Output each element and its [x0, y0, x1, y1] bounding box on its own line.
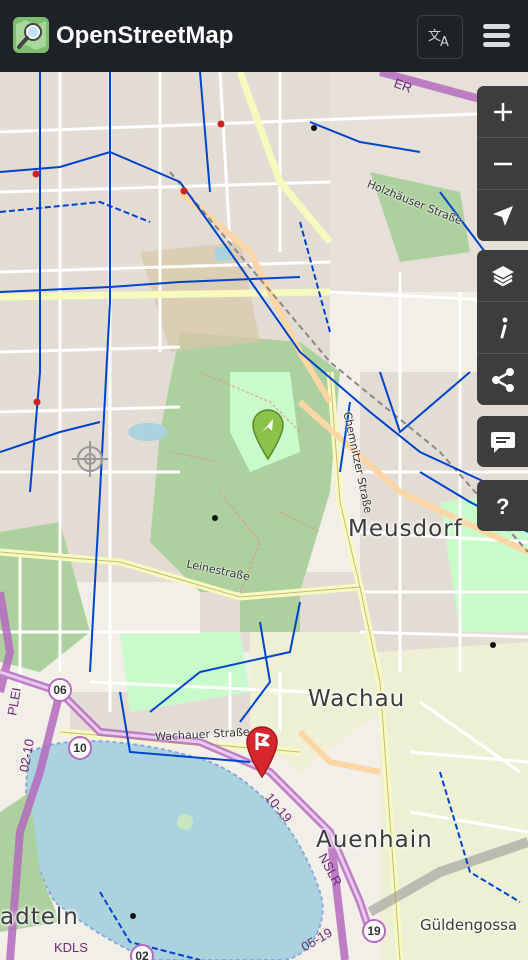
road-shield: 19: [362, 919, 386, 943]
zoom-in-icon: [493, 102, 512, 121]
zoom-out-button[interactable]: [477, 137, 528, 189]
help-controls: ?: [477, 480, 528, 531]
place-label-stoetteritz: adteln: [0, 904, 79, 930]
svg-text:?: ?: [496, 494, 509, 518]
translate-icon: 文 A: [428, 29, 449, 48]
share-button[interactable]: [477, 353, 528, 405]
place-label-meusdorf: Meusdorf: [348, 516, 463, 542]
language-button[interactable]: 文 A: [417, 15, 463, 59]
note-controls: [477, 416, 528, 467]
zoom-out-icon: [493, 162, 512, 165]
place-label-gueldengossa: Güldengossa: [420, 916, 518, 934]
zoom-controls: [477, 86, 528, 241]
locate-button[interactable]: [477, 189, 528, 241]
svg-text:A: A: [440, 35, 449, 48]
map-tools: [477, 250, 528, 405]
info-icon: [500, 317, 507, 338]
help-icon: ?: [496, 494, 509, 518]
layers-button[interactable]: [477, 250, 528, 301]
locate-icon: [492, 205, 513, 226]
road-shield: 10: [68, 736, 92, 760]
map-data-button[interactable]: [477, 301, 528, 353]
header-bar: OpenStreetMap 文 A: [0, 0, 528, 72]
comment-icon: [490, 431, 515, 453]
share-icon: [491, 367, 514, 392]
road-shield: 06: [48, 678, 72, 702]
hamburger-menu-icon[interactable]: [476, 18, 516, 54]
layers-icon: [491, 265, 514, 286]
place-label-wachau: Wachau: [308, 686, 406, 712]
road-ref-kdls: KDLS: [54, 940, 88, 955]
openstreetmap-logo-icon[interactable]: [12, 16, 50, 54]
help-button[interactable]: ?: [477, 480, 528, 531]
place-label-auenhain: Auenhain: [316, 827, 433, 853]
map-view[interactable]: Meusdorf Wachau Auenhain adteln Güldengo…: [0, 72, 528, 960]
start-marker-icon[interactable]: [251, 408, 285, 460]
add-note-button[interactable]: [477, 416, 528, 467]
destination-marker-icon[interactable]: [245, 724, 279, 778]
zoom-in-button[interactable]: [477, 86, 528, 137]
site-title[interactable]: OpenStreetMap: [56, 22, 233, 50]
